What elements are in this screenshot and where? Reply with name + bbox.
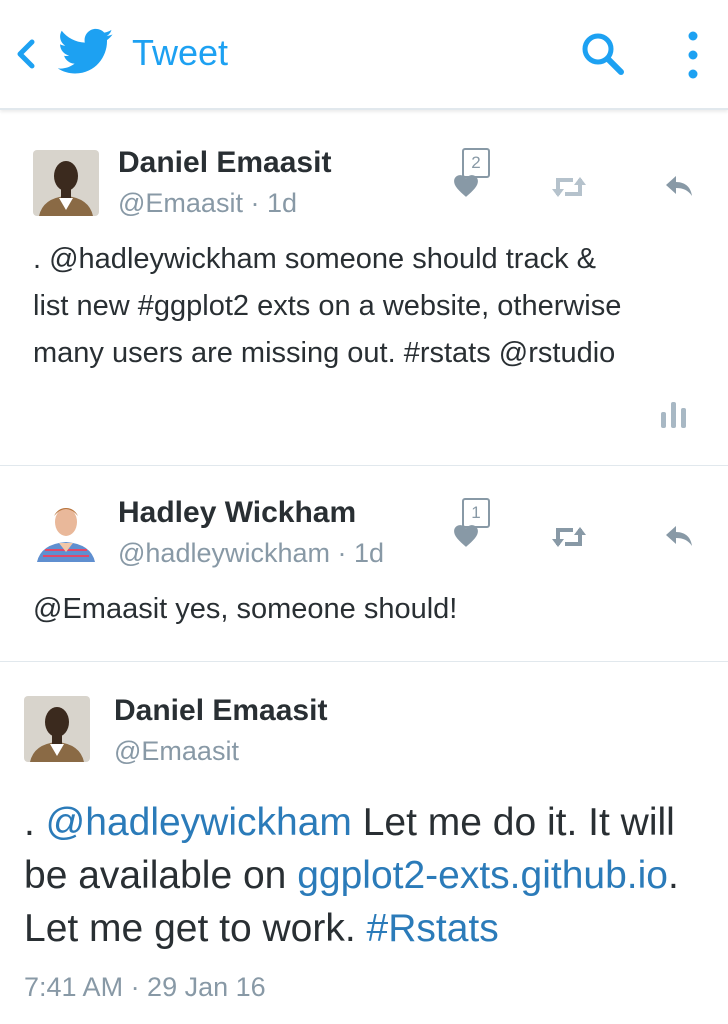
separator-dot: ·: [250, 188, 260, 218]
retweet-icon[interactable]: [551, 176, 587, 198]
author-name[interactable]: Daniel Emaasit: [118, 146, 331, 180]
author-name[interactable]: Daniel Emaasit: [114, 694, 327, 728]
mention-link[interactable]: @hadleywickham: [46, 801, 352, 844]
tweet-text-line: list new #ggplot2 exts on a website, oth…: [33, 290, 622, 322]
tweet-item[interactable]: Hadley Wickham @hadleywickham · 1d 1 @Em…: [0, 466, 728, 662]
twitter-bird-icon: [58, 28, 114, 74]
tweet-time: 1d: [266, 188, 298, 218]
author-meta: @Emaasit · 1d: [118, 188, 297, 219]
tweet-item[interactable]: Daniel Emaasit @Emaasit · 1d 2 . @hadley…: [0, 118, 728, 466]
back-icon[interactable]: [10, 34, 42, 74]
tweet-text: . @hadleywickham Let me do it. It will b…: [24, 796, 679, 955]
tweet-text: @Emaasit yes, someone should!: [33, 586, 457, 633]
tweet-text-line: . @hadleywickham Let me do it. It will: [24, 796, 679, 849]
text-segment: Let me get to work.: [24, 907, 367, 950]
tweet-text-line: Let me get to work. #Rstats: [24, 902, 679, 955]
tweet-text-line: many users are missing out. #rstats @rst…: [33, 337, 616, 369]
analytics-icon[interactable]: [660, 400, 688, 428]
author-handle[interactable]: @hadleywickham: [118, 538, 330, 568]
top-app-bar: Tweet: [0, 0, 728, 110]
reply-icon[interactable]: [664, 174, 694, 198]
more-icon[interactable]: [680, 28, 706, 82]
text-segment: .: [667, 854, 679, 897]
tweet-text-line: @Emaasit yes, someone should!: [33, 593, 458, 625]
avatar[interactable]: [33, 150, 99, 216]
text-segment: be available on: [24, 854, 298, 897]
reply-icon[interactable]: [664, 524, 694, 548]
tweet-text-line: be available on ggplot2-exts.github.io.: [24, 849, 679, 902]
author-handle[interactable]: @Emaasit: [118, 188, 243, 218]
tweet-text-line: . @hadleywickham someone should track &: [33, 243, 596, 275]
page-title: Tweet: [132, 32, 229, 73]
avatar[interactable]: [33, 496, 99, 562]
author-meta: @hadleywickham · 1d: [118, 538, 384, 569]
focused-tweet: Daniel Emaasit @Emaasit . @hadleywickham…: [0, 662, 728, 1024]
tweet-timestamp: 7:41 AM · 29 Jan 16: [24, 972, 266, 1002]
heart-icon[interactable]: [453, 174, 479, 198]
tweet-time: 1d: [354, 538, 385, 568]
text-segment: Let me do it. It will: [351, 801, 675, 844]
separator-dot: ·: [337, 538, 347, 568]
retweet-icon[interactable]: [551, 526, 587, 548]
url-link[interactable]: ggplot2-exts.github.io: [297, 854, 668, 897]
search-icon[interactable]: [578, 30, 628, 78]
author-handle[interactable]: @Emaasit: [114, 736, 239, 767]
text-segment: .: [24, 801, 46, 844]
author-name[interactable]: Hadley Wickham: [118, 496, 356, 530]
tweet-text: . @hadleywickham someone should track & …: [33, 236, 621, 377]
avatar[interactable]: [24, 696, 90, 762]
heart-icon[interactable]: [453, 524, 479, 548]
hashtag-link[interactable]: #Rstats: [367, 907, 499, 950]
